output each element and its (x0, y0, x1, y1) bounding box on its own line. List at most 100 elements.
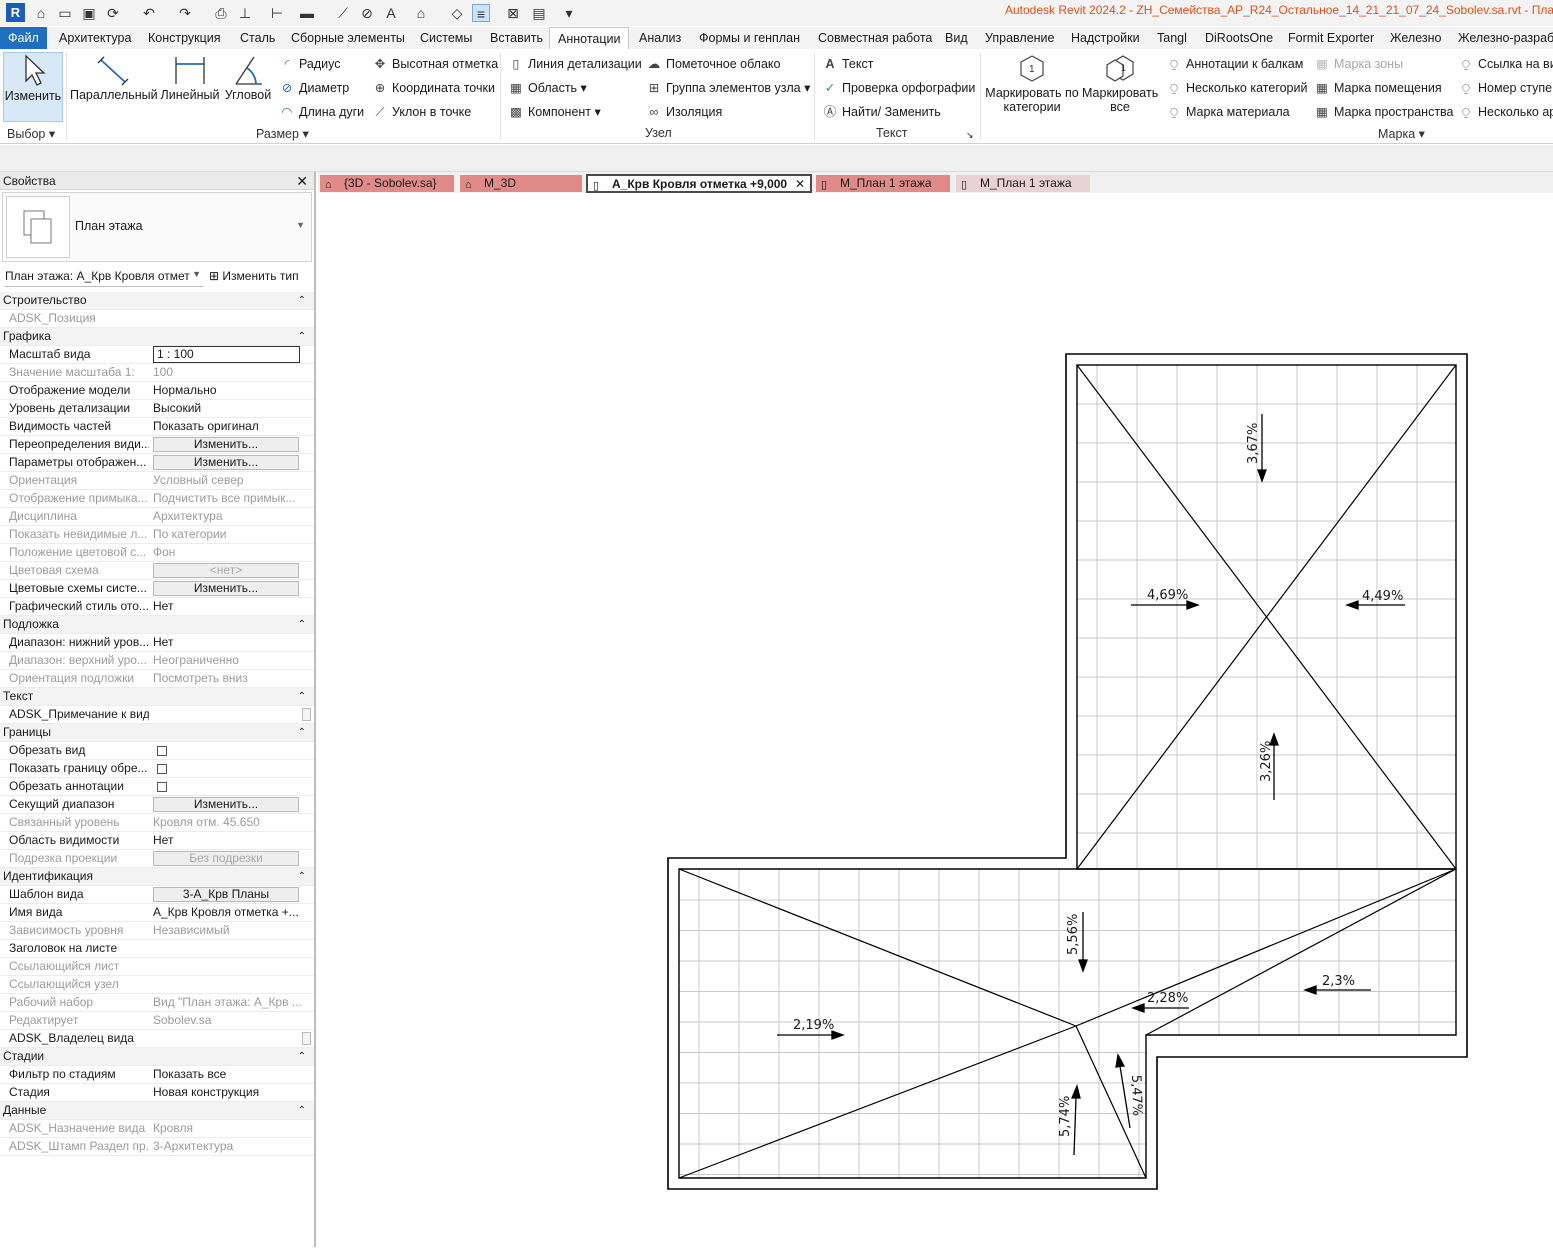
property-value[interactable]: А_Крв Кровля отметка +... (153, 904, 303, 921)
measure-icon[interactable]: ⊥ (236, 4, 254, 22)
modify-button[interactable]: Изменить (3, 52, 63, 122)
property-group-header[interactable]: Стадии ⌃ (0, 1048, 314, 1066)
section-icon[interactable]: ◇ (448, 4, 466, 22)
tread-number-button[interactable]: ⍜ Номер ступе (1458, 79, 1552, 97)
instance-filter-dropdown[interactable]: План этажа: А_Крв Кровля отмет ▼ (5, 269, 203, 287)
customize-qat-icon[interactable]: ▾ (560, 4, 578, 22)
redo-icon[interactable]: ↷ (176, 4, 194, 22)
property-edit-button[interactable]: <нет> (153, 563, 299, 578)
collapse-chevron-icon[interactable]: ⌃ (298, 724, 306, 741)
close-icon[interactable]: ✕ (795, 176, 805, 193)
material-tag-button[interactable]: ⍜ Марка материала (1166, 103, 1289, 121)
revision-cloud-button[interactable]: ☁ Пометочное облако (646, 55, 781, 73)
view-tab-m-3d[interactable]: ⌂ М_3D (460, 175, 582, 192)
tab-precast[interactable]: Сборные элементы (289, 27, 407, 49)
room-tag-button[interactable]: ▦ Марка помещения (1314, 79, 1442, 97)
collapse-chevron-icon[interactable]: ⌃ (298, 328, 306, 345)
property-value[interactable]: Нет (153, 832, 303, 849)
tab-architecture[interactable]: Архитектура (57, 27, 133, 49)
property-group-header[interactable]: Строительство ⌃ (0, 292, 314, 310)
aligned-dimension-button[interactable]: Параллельный (70, 52, 158, 122)
view-tab-3d-sobolev[interactable]: ⌂ {3D - Sobolev.sa} (320, 175, 454, 192)
detail-group-button[interactable]: ⊞ Группа элементов узла ▾ (646, 79, 811, 97)
collapse-chevron-icon[interactable]: ⌃ (298, 868, 306, 885)
tab-addins[interactable]: Надстройки (1069, 27, 1142, 49)
edit-type-button[interactable]: ⊞ Изменить тип (209, 269, 299, 283)
tag-icon[interactable]: ⊘ (358, 4, 376, 22)
spot-slope-button[interactable]: ⟋ Уклон в точке (372, 103, 472, 121)
tab-systems[interactable]: Системы (418, 27, 474, 49)
beam-annotations-button[interactable]: ⍜ Аннотации к балкам (1166, 55, 1303, 73)
linear-dimension-icon[interactable]: ▬ (298, 4, 316, 22)
property-expand-handle[interactable] (302, 708, 311, 721)
text-settings-launcher-icon[interactable]: ↘ (966, 126, 974, 144)
insulation-button[interactable]: ∞ Изоляция (646, 103, 723, 121)
tab-insert[interactable]: Вставить (488, 27, 545, 49)
space-tag-button[interactable]: ▦ Марка пространства (1314, 103, 1453, 121)
switch-windows-icon[interactable]: ▤ (530, 4, 548, 22)
view-tab-m-plan-1-b[interactable]: ▯ М_План 1 этажа (956, 175, 1090, 192)
property-value[interactable]: Новая конструкция (153, 1084, 303, 1101)
tab-structure[interactable]: Конструкция (146, 27, 223, 49)
diameter-dimension-button[interactable]: ⊘ Диаметр (279, 79, 349, 97)
panel-select-label[interactable]: Выбор ▾ (7, 126, 55, 141)
tab-view[interactable]: Вид (943, 27, 970, 49)
property-value[interactable]: Нормально (153, 382, 303, 399)
area-tag-button[interactable]: ▦ Марка зоны (1314, 55, 1403, 73)
collapse-chevron-icon[interactable]: ⌃ (298, 688, 306, 705)
linear-dimension-button[interactable]: Линейный (160, 52, 220, 122)
property-value[interactable]: Нет (153, 598, 303, 615)
aligned-dimension-icon[interactable]: ⊢ (268, 4, 286, 22)
tab-file[interactable]: Файл (0, 27, 47, 49)
check-spelling-button[interactable]: ✓ Проверка орфографии (822, 79, 976, 97)
panel-tag-label[interactable]: Марка ▾ (1378, 126, 1425, 141)
close-icon[interactable]: ✕ (296, 172, 308, 190)
property-group-header[interactable]: Данные ⌃ (0, 1102, 314, 1120)
arc-length-button[interactable]: ◠ Длина дуги (279, 103, 365, 121)
property-group-header[interactable]: Идентификация ⌃ (0, 868, 314, 886)
property-edit-button[interactable]: Без подрезки (153, 851, 299, 866)
region-button[interactable]: ▦ Область ▾ (508, 79, 587, 97)
detail-line-button[interactable]: ▯ Линия детализации (508, 55, 642, 73)
tab-tangl[interactable]: Tangl (1155, 27, 1189, 49)
tag-all-button[interactable]: 1 Маркировать все (1082, 52, 1158, 122)
chevron-down-icon[interactable]: ▼ (296, 220, 305, 230)
collapse-chevron-icon[interactable]: ⌃ (298, 292, 306, 309)
property-value[interactable]: Нет (153, 634, 303, 651)
drawing-area[interactable]: 3,67% 4,69% 4,49% 3,26% 5,56% 2,28% 2,3%… (318, 193, 1553, 1247)
property-value[interactable]: Высокий (153, 400, 303, 417)
tab-steel[interactable]: Сталь (238, 27, 277, 49)
print-icon[interactable]: ⎙ (212, 4, 230, 22)
property-group-header[interactable]: Графика ⌃ (0, 328, 314, 346)
open-folder-icon[interactable]: ▭ (56, 4, 74, 22)
sync-icon[interactable]: ⟳ (104, 4, 122, 22)
spot-elevation-button[interactable]: ✥ Высотная отметка (372, 55, 498, 73)
property-edit-button[interactable]: Изменить... (153, 581, 299, 596)
view-scale-field[interactable]: 1 : 100 (153, 346, 300, 363)
property-group-header[interactable]: Границы ⌃ (0, 724, 314, 742)
spot-coordinate-button[interactable]: ⊕ Координата точки (372, 79, 495, 97)
tab-dirootsone[interactable]: DiRootsOne (1203, 27, 1275, 49)
property-value[interactable]: Показать оригинал (153, 418, 303, 435)
property-group-header[interactable]: Текст ⌃ (0, 688, 314, 706)
property-edit-button[interactable]: 3-А_Крв Планы (153, 887, 299, 902)
property-edit-button[interactable]: Изменить... (153, 455, 299, 470)
property-edit-button[interactable]: Изменить... (153, 437, 299, 452)
text-button[interactable]: A Текст (822, 55, 873, 73)
type-selector[interactable]: План этажа ▼ (2, 192, 312, 262)
collapse-chevron-icon[interactable]: ⌃ (298, 616, 306, 633)
find-replace-button[interactable]: Ⓐ Найти/ Заменить (822, 103, 941, 121)
angular-dimension-button[interactable]: Угловой (222, 52, 274, 122)
home-icon[interactable]: ⌂ (32, 4, 50, 22)
property-checkbox[interactable] (157, 746, 167, 756)
property-group-header[interactable]: Подложка ⌃ (0, 616, 314, 634)
radius-dimension-button[interactable]: ◜ Радиус (279, 55, 341, 73)
text-icon[interactable]: A (382, 4, 400, 22)
view-tab-roof-plan[interactable]: ▯ А_Крв Кровля отметка +9,000 ✕ (586, 174, 812, 193)
tab-analyze[interactable]: Анализ (637, 27, 683, 49)
collapse-chevron-icon[interactable]: ⌃ (298, 1102, 306, 1119)
collapse-chevron-icon[interactable]: ⌃ (298, 1048, 306, 1065)
panel-dimension-label[interactable]: Размер ▾ (256, 126, 309, 141)
tab-massing-site[interactable]: Формы и генплан (697, 27, 802, 49)
view-3d-icon[interactable]: ⌂ (412, 4, 430, 22)
